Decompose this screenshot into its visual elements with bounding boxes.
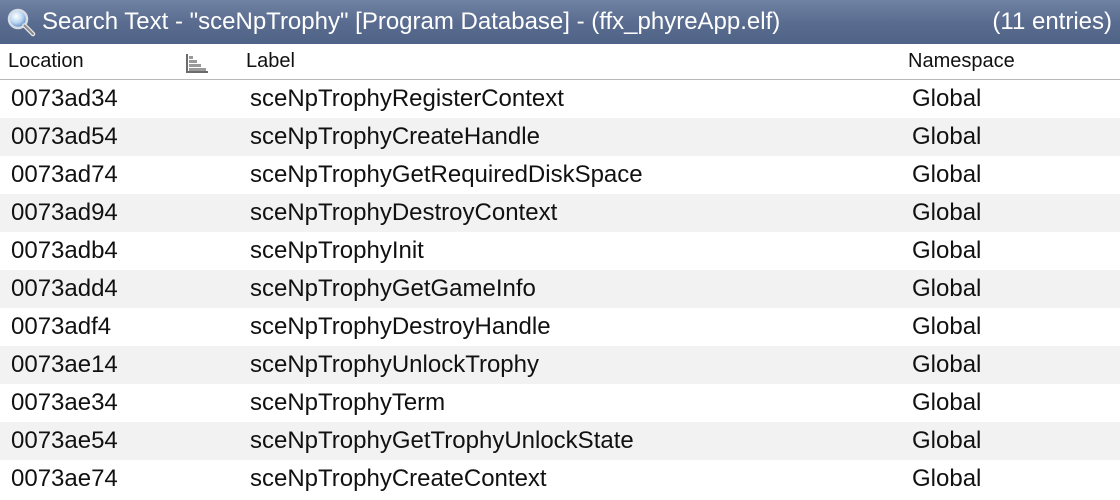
row-location: 0073ad34	[11, 85, 118, 112]
window-titlebar[interactable]: Search Text - "sceNpTrophy" [Program Dat…	[0, 0, 1120, 44]
table-row[interactable]: 0073ad54 sceNpTrophyCreateHandle Global	[0, 118, 1120, 156]
row-namespace: Global	[912, 199, 982, 226]
table-row[interactable]: 0073ae34 sceNpTrophyTerm Global	[0, 384, 1120, 422]
table-header: Location Label Namespace	[0, 44, 1120, 80]
column-header-namespace[interactable]: Namespace	[908, 44, 1015, 79]
row-label: sceNpTrophyRegisterContext	[250, 85, 564, 112]
row-label: sceNpTrophyTerm	[250, 389, 446, 416]
table-row[interactable]: 0073add4 sceNpTrophyGetGameInfo Global	[0, 270, 1120, 308]
results-table-body: 0073ad34 sceNpTrophyRegisterContext Glob…	[0, 80, 1120, 498]
row-namespace: Global	[912, 85, 982, 112]
row-label: sceNpTrophyCreateContext	[250, 465, 547, 492]
row-namespace: Global	[912, 465, 982, 492]
row-namespace: Global	[912, 161, 982, 188]
row-location: 0073ae74	[11, 465, 118, 492]
search-results-window: Search Text - "sceNpTrophy" [Program Dat…	[0, 0, 1120, 500]
row-namespace: Global	[912, 275, 982, 302]
table-row[interactable]: 0073ae74 sceNpTrophyCreateContext Global	[0, 460, 1120, 498]
row-namespace: Global	[912, 123, 982, 150]
magnifier-icon	[7, 8, 36, 37]
row-label: sceNpTrophyUnlockTrophy	[250, 351, 539, 378]
row-label: sceNpTrophyInit	[250, 237, 424, 264]
row-location: 0073ae34	[11, 389, 118, 416]
row-namespace: Global	[912, 389, 982, 416]
row-location: 0073ad54	[11, 123, 118, 150]
table-row[interactable]: 0073adf4 sceNpTrophyDestroyHandle Global	[0, 308, 1120, 346]
table-row[interactable]: 0073ae54 sceNpTrophyGetTrophyUnlockState…	[0, 422, 1120, 460]
row-location: 0073ad94	[11, 199, 118, 226]
row-location: 0073ad74	[11, 161, 118, 188]
table-row[interactable]: 0073ae14 sceNpTrophyUnlockTrophy Global	[0, 346, 1120, 384]
row-namespace: Global	[912, 313, 982, 340]
row-label: sceNpTrophyGetRequiredDiskSpace	[250, 161, 643, 188]
row-label: sceNpTrophyGetGameInfo	[250, 275, 536, 302]
table-row[interactable]: 0073ad94 sceNpTrophyDestroyContext Globa…	[0, 194, 1120, 232]
row-label: sceNpTrophyGetTrophyUnlockState	[250, 427, 634, 454]
table-row[interactable]: 0073ad74 sceNpTrophyGetRequiredDiskSpace…	[0, 156, 1120, 194]
row-namespace: Global	[912, 351, 982, 378]
row-namespace: Global	[912, 427, 982, 454]
row-location: 0073ae54	[11, 427, 118, 454]
window-title: Search Text - "sceNpTrophy" [Program Dat…	[42, 8, 781, 35]
table-row[interactable]: 0073ad34 sceNpTrophyRegisterContext Glob…	[0, 80, 1120, 118]
table-row[interactable]: 0073adb4 sceNpTrophyInit Global	[0, 232, 1120, 270]
column-header-location[interactable]: Location	[8, 44, 84, 79]
row-location: 0073ae14	[11, 351, 118, 378]
entry-count: (11 entries)	[992, 8, 1112, 35]
row-namespace: Global	[912, 237, 982, 264]
row-location: 0073adf4	[11, 313, 112, 340]
row-label: sceNpTrophyCreateHandle	[250, 123, 540, 150]
row-location: 0073add4	[11, 275, 118, 302]
row-location: 0073adb4	[11, 237, 118, 264]
row-label: sceNpTrophyDestroyContext	[250, 199, 558, 226]
sort-descending-icon[interactable]	[184, 52, 210, 74]
column-header-label[interactable]: Label	[246, 44, 295, 79]
row-label: sceNpTrophyDestroyHandle	[250, 313, 551, 340]
